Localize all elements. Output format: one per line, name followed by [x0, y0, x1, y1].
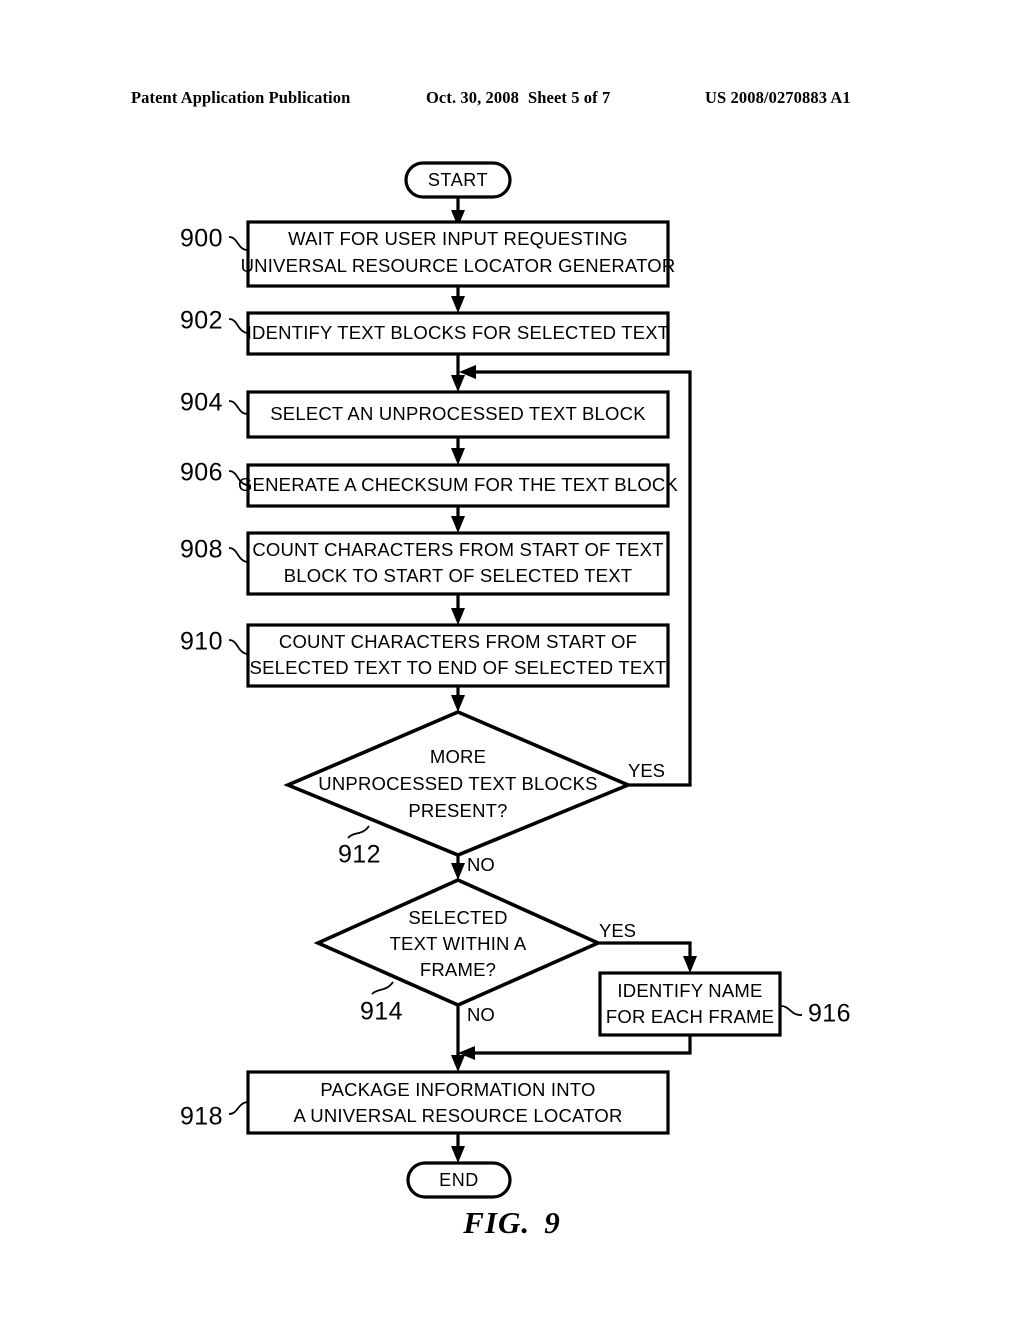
step-910-line-2: SELECTED TEXT TO END OF SELECTED TEXT	[250, 657, 667, 678]
start-label: START	[428, 170, 488, 190]
ref-906: 906	[180, 459, 223, 487]
decision-912-diamond: MORE UNPROCESSED TEXT BLOCKS PRESENT?	[283, 710, 633, 857]
step-916-line-1: IDENTIFY NAME	[617, 980, 762, 1001]
step-900-line-2: UNIVERSAL RESOURCE LOCATOR GENERATOR	[241, 255, 676, 276]
step-908-reference: 908	[180, 536, 248, 564]
step-900-reference: 900	[180, 225, 248, 253]
ref-914: 914	[360, 998, 403, 1026]
step-904-box: SELECT AN UNPROCESSED TEXT BLOCK	[246, 390, 670, 439]
decision-914-reference: 914	[360, 981, 403, 1026]
flowchart-diagram: START WAIT FOR USER INPUT REQUESTING UNI…	[180, 161, 851, 1199]
step-902-reference: 902	[180, 307, 248, 335]
step-910-reference: 910	[180, 628, 248, 656]
connector-904-to-906	[451, 437, 465, 465]
step-902-box: IDENTIFY TEXT BLOCKS FOR SELECTED TEXT	[246, 311, 670, 356]
ref-904: 904	[180, 389, 223, 417]
step-904-reference: 904	[180, 389, 248, 417]
step-916-reference: 916	[780, 1000, 851, 1028]
connector-906-to-908	[451, 506, 465, 533]
step-910-line-1: COUNT CHARACTERS FROM START OF	[279, 631, 637, 652]
connector-914-yes-to-916	[598, 941, 697, 973]
step-906-reference: 906	[180, 459, 248, 487]
decision-912-reference: 912	[338, 825, 381, 869]
figure-number: 9	[544, 1205, 561, 1240]
ref-908: 908	[180, 536, 223, 564]
decision-914-line-1: SELECTED	[408, 907, 507, 928]
step-900-line-1: WAIT FOR USER INPUT REQUESTING	[288, 228, 628, 249]
step-906-box: GENERATE A CHECKSUM FOR THE TEXT BLOCK	[238, 463, 679, 508]
decision-912-yes-label: YES	[628, 760, 665, 781]
decision-914-line-2: TEXT WITHIN A	[390, 933, 527, 954]
figure-label: FIG.	[463, 1205, 531, 1240]
step-918-line-1: PACKAGE INFORMATION INTO	[320, 1079, 595, 1100]
decision-912-line-1: MORE	[430, 746, 486, 767]
step-916-box: IDENTIFY NAME FOR EACH FRAME	[598, 971, 782, 1037]
decision-914-diamond: SELECTED TEXT WITHIN A FRAME?	[313, 878, 603, 1007]
step-908-box: COUNT CHARACTERS FROM START OF TEXT BLOC…	[246, 531, 670, 596]
decision-912-no-label: NO	[467, 854, 495, 875]
connector-912-no-to-914	[451, 855, 465, 880]
step-906-line-1: GENERATE A CHECKSUM FOR THE TEXT BLOCK	[238, 474, 679, 495]
step-908-line-2: BLOCK TO START OF SELECTED TEXT	[284, 565, 633, 586]
ref-910: 910	[180, 628, 223, 656]
figure-caption: FIG. 9	[0, 1205, 1024, 1241]
step-918-box: PACKAGE INFORMATION INTO A UNIVERSAL RES…	[246, 1070, 670, 1135]
patent-figure-page: Patent Application Publication Oct. 30, …	[0, 0, 1024, 1320]
connector-916-to-merge	[458, 1035, 692, 1060]
step-902-line-1: IDENTIFY TEXT BLOCKS FOR SELECTED TEXT	[247, 322, 670, 343]
step-918-reference: 918	[180, 1101, 248, 1131]
connector-908-to-910	[451, 594, 465, 625]
connector-merge-to-918	[451, 1053, 465, 1072]
step-904-line-1: SELECT AN UNPROCESSED TEXT BLOCK	[270, 403, 646, 424]
step-916-line-2: FOR EACH FRAME	[606, 1006, 774, 1027]
step-900-box: WAIT FOR USER INPUT REQUESTING UNIVERSAL…	[241, 220, 676, 288]
end-terminator: END	[406, 1161, 512, 1199]
ref-902: 902	[180, 307, 223, 335]
step-908-line-1: COUNT CHARACTERS FROM START OF TEXT	[252, 539, 663, 560]
step-918-line-2: A UNIVERSAL RESOURCE LOCATOR	[293, 1105, 622, 1126]
connector-918-to-end	[451, 1133, 465, 1163]
end-label: END	[439, 1170, 479, 1190]
ref-918: 918	[180, 1103, 223, 1131]
connector-910-to-912	[451, 686, 465, 712]
start-terminator: START	[404, 161, 512, 199]
step-910-box: COUNT CHARACTERS FROM START OF SELECTED …	[246, 623, 670, 688]
ref-912: 912	[338, 841, 381, 869]
connector-900-to-902	[451, 286, 465, 313]
ref-900: 900	[180, 225, 223, 253]
decision-914-yes-label: YES	[599, 920, 636, 941]
ref-916: 916	[808, 1000, 851, 1028]
decision-912-line-3: PRESENT?	[408, 800, 507, 821]
decision-912-line-2: UNPROCESSED TEXT BLOCKS	[318, 773, 597, 794]
decision-914-line-3: FRAME?	[420, 959, 496, 980]
decision-914-no-label: NO	[467, 1004, 495, 1025]
